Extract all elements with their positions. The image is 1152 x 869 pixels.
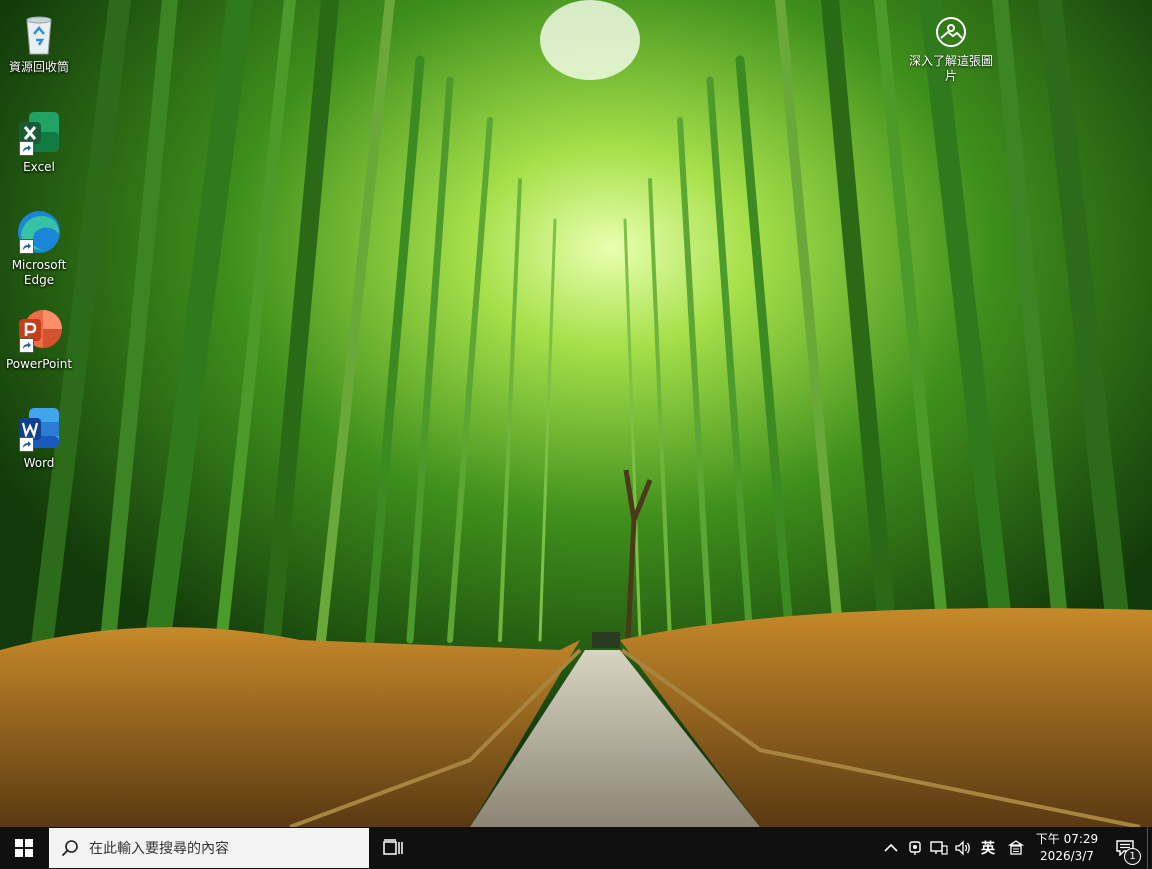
desktop-icon-edge[interactable]: Microsoft Edge: [4, 208, 74, 288]
task-view-button[interactable]: [369, 827, 417, 869]
learn-about-picture-label: 深入了解這張圖片: [908, 54, 993, 83]
taskbar-search-box[interactable]: 在此輸入要搜尋的內容: [49, 828, 369, 868]
search-placeholder: 在此輸入要搜尋的內容: [89, 841, 229, 857]
network-icon: [930, 841, 948, 855]
shortcut-arrow-icon: [19, 239, 34, 254]
powerpoint-icon: [15, 307, 63, 355]
excel-icon: [15, 110, 63, 158]
clock-date: 2026/3/7: [1040, 849, 1094, 863]
ime-pad-icon: [1008, 840, 1024, 855]
shortcut-arrow-icon: [19, 437, 34, 452]
desktop-icon-recycle-bin[interactable]: 資源回收筒: [4, 10, 74, 75]
word-icon: [15, 406, 63, 454]
desktop-icon-label: PowerPoint: [5, 357, 73, 371]
desktop-icon-label: Excel: [23, 160, 55, 174]
taskbar-clock[interactable]: 下午 07:29 2026/3/7: [1031, 831, 1103, 865]
task-view-icon: [383, 839, 403, 855]
ime-mode-indicator[interactable]: 英: [975, 827, 1001, 869]
clock-time: 下午 07:29: [1035, 832, 1099, 846]
volume-button[interactable]: [951, 827, 975, 869]
learn-about-picture-button[interactable]: 深入了解這張圖片: [908, 14, 994, 84]
action-center-button[interactable]: 1: [1103, 827, 1147, 869]
shortcut-arrow-icon: [19, 338, 34, 353]
camera-icon: [933, 14, 969, 50]
desktop-icon-label: Microsoft Edge: [11, 258, 67, 287]
desktop-wallpaper: [0, 0, 1152, 827]
network-button[interactable]: [927, 827, 951, 869]
show-desktop-button[interactable]: [1147, 827, 1152, 869]
shortcut-arrow-icon: [19, 141, 34, 156]
chevron-up-icon: [884, 843, 898, 852]
recycle-bin-icon: [15, 10, 63, 58]
webcam-icon: [909, 841, 921, 855]
desktop-icon-word[interactable]: Word: [4, 406, 74, 471]
windows-logo-icon: [15, 839, 33, 857]
meet-now-button[interactable]: [903, 827, 927, 869]
desktop-icon-excel[interactable]: Excel: [4, 110, 74, 175]
taskbar: 在此輸入要搜尋的內容 英 下午 07:29 2026/3/7 1: [0, 827, 1152, 869]
show-hidden-icons-button[interactable]: [879, 827, 903, 869]
desktop-icon-label: 資源回收筒: [8, 60, 69, 74]
speaker-icon: [955, 840, 970, 856]
desktop-icon-powerpoint[interactable]: PowerPoint: [4, 307, 74, 372]
edge-icon: [15, 208, 63, 256]
start-button[interactable]: [0, 827, 48, 869]
ime-options-button[interactable]: [1001, 827, 1031, 869]
notification-count-badge: 1: [1124, 848, 1141, 865]
search-icon: [61, 840, 78, 857]
desktop-icon-label: Word: [23, 456, 55, 470]
system-tray: 英 下午 07:29 2026/3/7 1: [879, 827, 1152, 869]
